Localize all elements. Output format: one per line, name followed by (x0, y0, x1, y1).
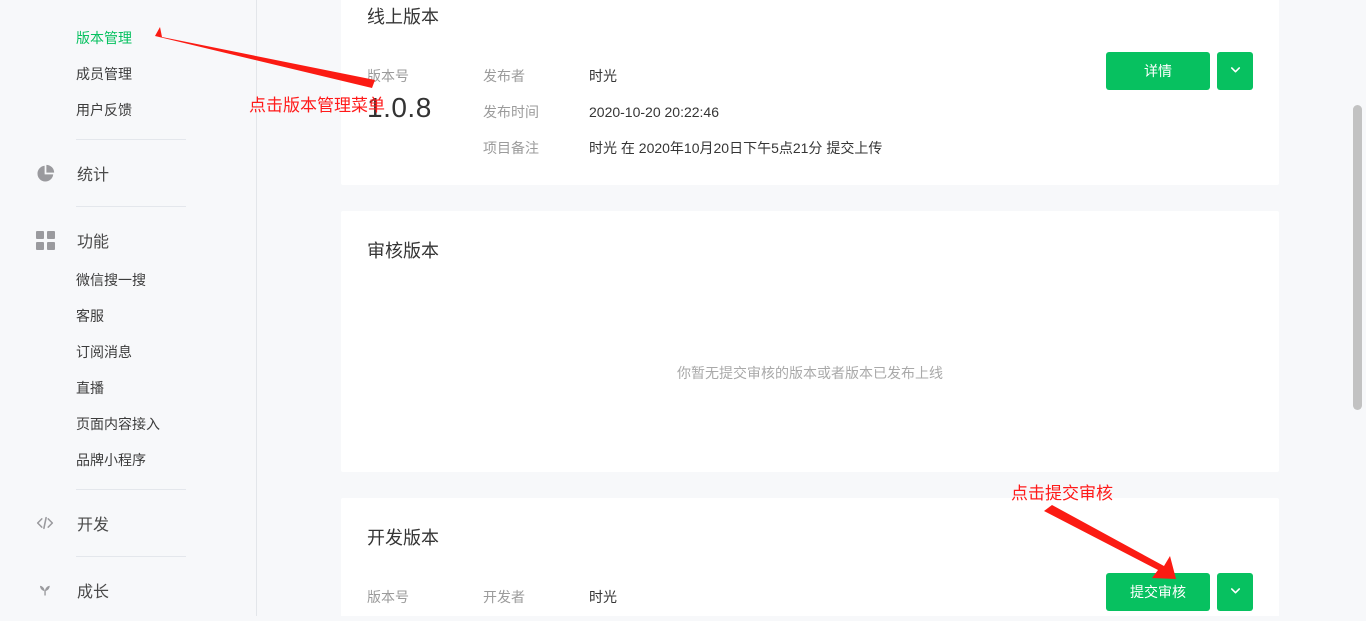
sidebar-group-growth[interactable]: 成长 (0, 568, 256, 612)
main-scroll-area: 线上版本 版本号 1.0.8 发布者 时光 发布时间 2020-10-20 20… (257, 0, 1366, 616)
sidebar-item-live-streaming[interactable]: 直播 (0, 370, 256, 406)
online-version-actions: 详情 (1106, 51, 1253, 90)
sidebar-group-label: 统计 (77, 167, 110, 184)
pie-chart-icon (34, 162, 56, 184)
card-title: 开发版本 (367, 527, 439, 548)
chevron-down-icon (1228, 62, 1243, 80)
develop-version-number-block: 版本号 1.0.8 (367, 586, 483, 616)
field-key: 项目备注 (483, 139, 539, 156)
sidebar-item-subscribe-message[interactable]: 订阅消息 (0, 334, 256, 370)
review-version-card: 审核版本 你暂无提交审核的版本或者版本已发布上线 (341, 210, 1279, 472)
sidebar-item-wechat-search[interactable]: 微信搜一搜 (0, 262, 256, 298)
submit-review-button[interactable]: 提交审核 (1106, 572, 1210, 611)
sidebar-group-label: 开发 (77, 517, 110, 534)
sidebar-group-statistics[interactable]: 统计 (0, 151, 256, 195)
field-value: 时光 (589, 588, 617, 605)
version-number-value: 1.0.8 (367, 91, 432, 123)
online-version-card: 线上版本 版本号 1.0.8 发布者 时光 发布时间 2020-10-20 20… (341, 0, 1279, 185)
app-root: 版本管理 成员管理 用户反馈 统计 功能 微信搜一搜 客服 订阅消息 直播 页面… (0, 0, 1366, 616)
page-scrollbar-track[interactable] (1350, 0, 1366, 616)
details-dropdown-button[interactable] (1217, 51, 1253, 90)
sidebar-divider-1 (76, 139, 186, 140)
develop-version-actions: 提交审核 (1106, 572, 1253, 611)
sidebar-item-user-feedback[interactable]: 用户反馈 (0, 92, 256, 128)
online-version-body: 版本号 1.0.8 发布者 时光 发布时间 2020-10-20 20:22:4… (341, 46, 1279, 185)
version-number-label: 版本号 (367, 67, 409, 84)
submit-review-dropdown-button[interactable] (1217, 572, 1253, 611)
develop-version-card: 开发版本 版本号 1.0.8 开发者 时光 提交时间 2020-10-20 (341, 497, 1279, 616)
sidebar-sub-nav-top: 版本管理 成员管理 用户反馈 (0, 20, 256, 128)
sidebar-item-page-content-access[interactable]: 页面内容接入 (0, 406, 256, 442)
online-version-number-block: 版本号 1.0.8 (367, 65, 483, 127)
sidebar: 版本管理 成员管理 用户反馈 统计 功能 微信搜一搜 客服 订阅消息 直播 页面… (0, 0, 257, 616)
sidebar-divider-4 (76, 556, 186, 557)
field-row: 发布时间 2020-10-20 20:22:46 (483, 101, 1253, 123)
page-scrollbar-thumb[interactable] (1353, 105, 1362, 410)
review-empty-state-text: 你暂无提交审核的版本或者版本已发布上线 (677, 364, 943, 381)
version-number-label: 版本号 (367, 588, 409, 605)
sidebar-item-customer-service[interactable]: 客服 (0, 298, 256, 334)
sidebar-group-label: 成长 (77, 584, 110, 601)
sidebar-group-features[interactable]: 功能 (0, 218, 256, 262)
chevron-down-icon (1228, 583, 1243, 601)
develop-version-body: 版本号 1.0.8 开发者 时光 提交时间 2020-10-20 17:15:3… (341, 567, 1279, 616)
main-content: 线上版本 版本号 1.0.8 发布者 时光 发布时间 2020-10-20 20… (257, 0, 1366, 616)
field-key: 开发者 (483, 588, 525, 605)
sidebar-item-version-management[interactable]: 版本管理 (0, 20, 256, 56)
sidebar-item-brand-miniprogram[interactable]: 品牌小程序 (0, 442, 256, 478)
card-title: 线上版本 (367, 6, 439, 27)
sidebar-divider-3 (76, 489, 186, 490)
sprout-icon (34, 579, 56, 601)
details-button[interactable]: 详情 (1106, 51, 1210, 90)
field-value: 时光 (589, 67, 617, 84)
version-number-value: 1.0.8 (367, 610, 483, 616)
code-icon (34, 512, 56, 534)
field-row: 项目备注 时光 在 2020年10月20日下午5点21分 提交上传 (483, 137, 1253, 159)
card-title: 审核版本 (367, 240, 439, 261)
field-key: 发布者 (483, 67, 525, 84)
field-value: 时光 在 2020年10月20日下午5点21分 提交上传 (589, 139, 883, 156)
grid-icon (34, 229, 56, 251)
sidebar-sub-nav-features: 微信搜一搜 客服 订阅消息 直播 页面内容接入 品牌小程序 (0, 262, 256, 478)
sidebar-divider-2 (76, 206, 186, 207)
field-key: 发布时间 (483, 103, 539, 120)
sidebar-group-development[interactable]: 开发 (0, 501, 256, 545)
sidebar-item-member-management[interactable]: 成员管理 (0, 56, 256, 92)
sidebar-group-label: 功能 (77, 234, 110, 251)
field-value: 2020-10-20 20:22:46 (589, 103, 719, 120)
